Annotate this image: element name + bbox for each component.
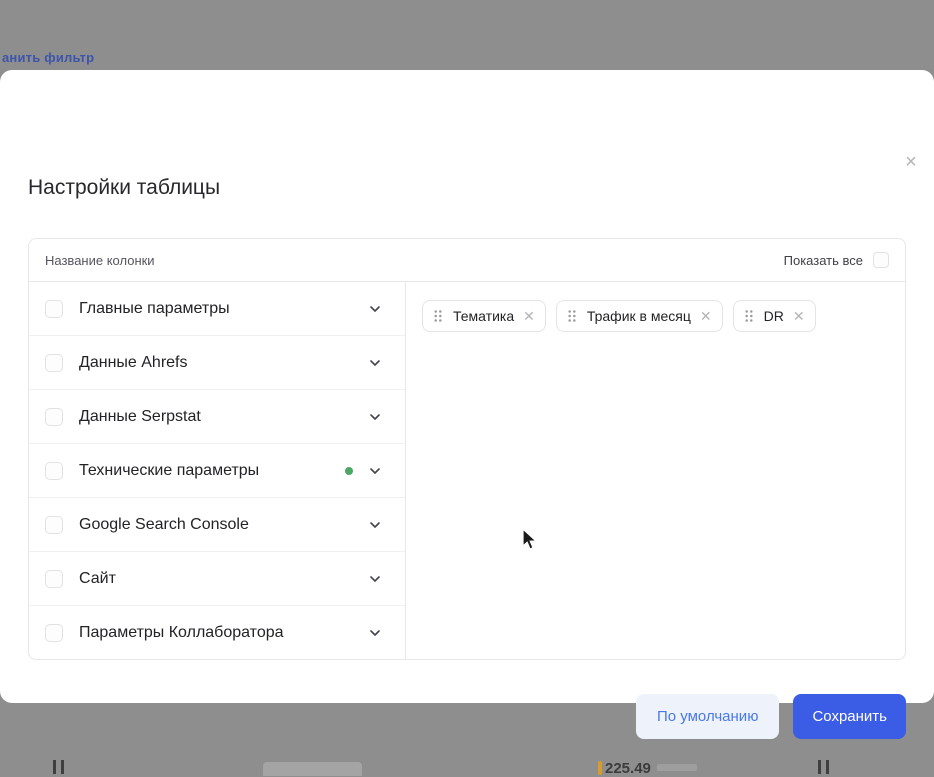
occluded-pill-fragment bbox=[263, 762, 362, 776]
category-row-serpstat[interactable]: Данные Serpstat bbox=[29, 390, 405, 444]
chevron-down-icon[interactable] bbox=[367, 301, 383, 317]
chevron-down-icon[interactable] bbox=[367, 355, 383, 371]
category-checkbox[interactable] bbox=[45, 300, 63, 318]
chip-tematika[interactable]: Тематика ✕ bbox=[422, 300, 546, 332]
show-all-checkbox[interactable] bbox=[873, 252, 889, 268]
category-label: Главные параметры bbox=[79, 300, 230, 318]
category-label: Параметры Коллаборатора bbox=[79, 624, 284, 642]
category-row-ahrefs[interactable]: Данные Ahrefs bbox=[29, 336, 405, 390]
panel-header: Название колонки Показать все bbox=[29, 239, 905, 282]
drag-handle-icon[interactable] bbox=[744, 309, 754, 323]
chevron-down-icon[interactable] bbox=[367, 409, 383, 425]
category-row-collaborator-params[interactable]: Параметры Коллаборатора bbox=[29, 606, 405, 659]
column-name-header: Название колонки bbox=[45, 253, 155, 268]
chip-traffic-per-month[interactable]: Трафик в месяц ✕ bbox=[556, 300, 723, 332]
category-label: Сайт bbox=[79, 570, 116, 588]
chip-label: Трафик в месяц bbox=[587, 308, 691, 324]
category-row-google-search-console[interactable]: Google Search Console bbox=[29, 498, 405, 552]
selected-columns-area: Тематика ✕ Трафик в месяц ✕ DR ✕ bbox=[406, 282, 905, 659]
category-label: Данные Ahrefs bbox=[79, 354, 188, 372]
green-status-dot bbox=[345, 467, 353, 475]
close-icon[interactable]: × bbox=[900, 152, 922, 174]
drag-handle-icon[interactable] bbox=[567, 309, 577, 323]
table-settings-modal: × Настройки таблицы Название колонки Пок… bbox=[0, 70, 934, 703]
category-row-technical-params[interactable]: Технические параметры bbox=[29, 444, 405, 498]
columns-panel: Название колонки Показать все Главные па… bbox=[28, 238, 906, 660]
chip-dr[interactable]: DR ✕ bbox=[733, 300, 816, 332]
occluded-graytext-fragment bbox=[657, 764, 697, 771]
chip-remove-icon[interactable]: ✕ bbox=[793, 309, 805, 323]
save-filter-link-fragment[interactable]: анить фильтр bbox=[2, 50, 94, 65]
category-row-main-params[interactable]: Главные параметры bbox=[29, 282, 405, 336]
category-checkbox[interactable] bbox=[45, 624, 63, 642]
category-label: Данные Serpstat bbox=[79, 408, 201, 426]
chevron-down-icon[interactable] bbox=[367, 517, 383, 533]
category-row-site[interactable]: Сайт bbox=[29, 552, 405, 606]
chip-remove-icon[interactable]: ✕ bbox=[700, 309, 712, 323]
save-button[interactable]: Сохранить bbox=[793, 694, 906, 739]
chevron-down-icon[interactable] bbox=[367, 571, 383, 587]
chip-label: DR bbox=[764, 308, 784, 324]
chevron-down-icon[interactable] bbox=[367, 625, 383, 641]
modal-title: Настройки таблицы bbox=[28, 176, 220, 200]
orange-marker-fragment bbox=[598, 761, 602, 775]
default-button[interactable]: По умолчанию bbox=[636, 694, 779, 739]
drag-handle-icon[interactable] bbox=[433, 309, 443, 323]
category-checkbox[interactable] bbox=[45, 354, 63, 372]
category-label: Технические параметры bbox=[79, 462, 259, 480]
occluded-number-fragment: 225.49 bbox=[605, 760, 651, 777]
category-checkbox[interactable] bbox=[45, 462, 63, 480]
chip-remove-icon[interactable]: ✕ bbox=[523, 309, 535, 323]
category-label: Google Search Console bbox=[79, 516, 249, 534]
chevron-down-icon[interactable] bbox=[367, 463, 383, 479]
category-checkbox[interactable] bbox=[45, 570, 63, 588]
category-checkbox[interactable] bbox=[45, 516, 63, 534]
chip-label: Тематика bbox=[453, 308, 514, 324]
category-list: Главные параметры Данные Ahrefs Данные S… bbox=[29, 282, 406, 659]
category-checkbox[interactable] bbox=[45, 408, 63, 426]
show-all-label: Показать все bbox=[784, 253, 863, 268]
